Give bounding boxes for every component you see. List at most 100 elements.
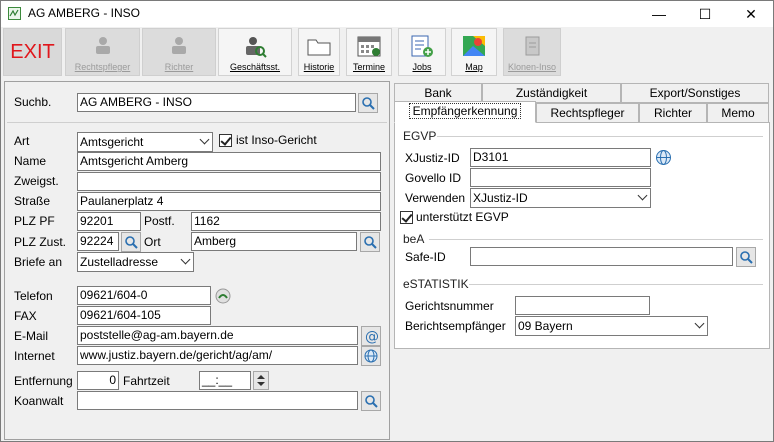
verwenden-select[interactable]: XJustiz-ID (470, 188, 651, 208)
xjustiz-id-field[interactable]: D3101 (470, 148, 651, 167)
art-select[interactable]: Amtsgericht (77, 132, 213, 152)
map-icon (463, 36, 485, 56)
globe-icon (364, 349, 378, 363)
calendar-icon (357, 36, 381, 57)
job-list-icon (411, 35, 433, 57)
koanwalt-label: Koanwalt (14, 394, 64, 408)
tab-export-sonstiges[interactable]: Export/Sonstiges (621, 83, 769, 103)
map-label: Map (465, 62, 483, 72)
open-website-button[interactable] (361, 346, 381, 366)
tab-empfaengerkennung[interactable]: Empfängerkennung (394, 101, 536, 123)
briefe-an-value: Zustelladresse (80, 255, 159, 269)
fahrzeit-field[interactable]: __:__ (199, 371, 251, 390)
safe-id-field[interactable] (470, 247, 733, 266)
ort-search-button[interactable] (360, 232, 380, 252)
klonen-inso-label: Klonen-Inso (507, 62, 557, 72)
ort-field[interactable]: Amberg (191, 232, 357, 251)
tab-richter[interactable]: Richter (639, 103, 707, 123)
search-icon (125, 236, 138, 249)
tab-memo[interactable]: Memo (707, 103, 769, 123)
gerichtsnummer-label: Gerichtsnummer (405, 299, 494, 313)
plz-zust-field[interactable]: 92224 (77, 232, 119, 251)
person-search-icon (246, 37, 267, 58)
plz-pf-field[interactable]: 92201 (77, 212, 141, 231)
telefon-field[interactable]: 09621/604-0 (77, 286, 211, 305)
minimize-button[interactable]: — (636, 1, 682, 27)
tab-empfaengerkennung-label: Empfängerkennung (408, 103, 522, 119)
govello-id-field[interactable] (470, 168, 651, 187)
judge-icon (172, 37, 186, 54)
xjustiz-lookup-button[interactable] (655, 149, 672, 166)
historie-label: Historie (303, 62, 335, 72)
internet-field[interactable]: www.justiz.bayern.de/gericht/ag/am/ (77, 346, 358, 365)
safe-id-label: Safe-ID (405, 250, 446, 264)
safe-id-search-button[interactable] (736, 247, 756, 267)
richter-button[interactable]: Richter (142, 28, 216, 76)
jobs-button[interactable]: Jobs (398, 28, 446, 76)
person-gavel-icon (95, 37, 110, 54)
rechtspfleger-button[interactable]: Rechtspfleger (65, 28, 140, 76)
fax-label: FAX (14, 309, 37, 323)
close-button[interactable]: ✕ (728, 1, 773, 27)
briefe-an-select[interactable]: Zustelladresse (77, 252, 194, 272)
dial-phone-icon[interactable] (214, 287, 232, 305)
estatistik-group-label: eSTATISTIK (403, 277, 469, 291)
plz-zust-label: PLZ Zust. (14, 235, 67, 249)
postfach-label: Postf. (144, 214, 175, 228)
fahrzeit-label: Fahrtzeit (123, 374, 170, 388)
send-email-button[interactable]: @ (361, 326, 381, 346)
bea-group-label: beA (403, 232, 425, 246)
maximize-button[interactable]: ☐ (682, 1, 728, 27)
unterstuetzt-egvp-checkbox[interactable] (400, 211, 413, 224)
email-field[interactable]: poststelle@ag-am.bayern.de (77, 326, 358, 345)
email-label: E-Mail (14, 329, 49, 343)
postfach-field[interactable]: 1162 (191, 212, 381, 231)
geschaeftsstelle-label: Geschäftsst. (229, 62, 281, 72)
chevron-down-icon (694, 318, 705, 329)
berichtsempfaenger-select[interactable]: 09 Bayern (515, 316, 708, 336)
app-icon (8, 7, 21, 20)
search-icon (364, 236, 377, 249)
toolbar: EXIT Rechtspfleger Richter Geschäftsst. … (1, 27, 773, 79)
name-field[interactable]: Amtsgericht Amberg (77, 152, 381, 171)
chevron-down-icon (180, 254, 191, 265)
tab-bank[interactable]: Bank (394, 83, 482, 103)
termine-label: Termine (352, 62, 385, 72)
entfernung-label: Entfernung (14, 374, 73, 388)
art-value: Amtsgericht (80, 135, 144, 149)
name-label: Name (14, 154, 47, 168)
inso-gericht-checkbox[interactable] (219, 134, 232, 147)
xjustiz-id-label: XJustiz-ID (405, 151, 460, 165)
spin-arrows-icon (257, 375, 265, 386)
fahrzeit-spinner[interactable] (253, 371, 269, 390)
main-window: AG AMBERG - INSO — ☐ ✕ EXIT Rechtspflege… (0, 0, 774, 442)
chevron-down-icon (637, 190, 648, 201)
termine-button[interactable]: Termine (346, 28, 392, 76)
globe-icon (656, 150, 671, 165)
suchbegriff-search-button[interactable] (358, 93, 378, 113)
map-button[interactable]: Map (451, 28, 497, 76)
zweigstelle-field[interactable] (77, 172, 381, 191)
egvp-group-label: EGVP (403, 129, 437, 143)
gerichtsnummer-field[interactable] (515, 296, 650, 315)
jobs-label: Jobs (412, 62, 432, 72)
chevron-down-icon (199, 134, 210, 145)
tab-zustaendigkeit[interactable]: Zuständigkeit (482, 83, 621, 103)
suchbegriff-label: Suchb. (14, 95, 52, 109)
geschaeftsstelle-button[interactable]: Geschäftsst. (218, 28, 292, 76)
unterstuetzt-egvp-label: unterstützt EGVP (416, 210, 509, 224)
exit-button[interactable]: EXIT (3, 28, 62, 76)
fax-field[interactable]: 09621/604-105 (77, 306, 211, 325)
koanwalt-search-button[interactable] (361, 391, 381, 411)
ort-label: Ort (144, 235, 161, 249)
historie-button[interactable]: Historie (298, 28, 340, 76)
entfernung-field[interactable]: 0 (77, 371, 119, 390)
tab-rechtspfleger[interactable]: Rechtspfleger (536, 103, 639, 123)
telefon-label: Telefon (14, 289, 53, 303)
klonen-inso-button[interactable]: Klonen-Inso (503, 28, 561, 76)
strasse-field[interactable]: Paulanerplatz 4 (77, 192, 381, 211)
suchbegriff-field[interactable]: AG AMBERG - INSO (77, 93, 356, 112)
koanwalt-field[interactable] (77, 391, 358, 410)
zweigstelle-label: Zweigst. (14, 174, 59, 188)
plz-search-button[interactable] (121, 232, 141, 252)
